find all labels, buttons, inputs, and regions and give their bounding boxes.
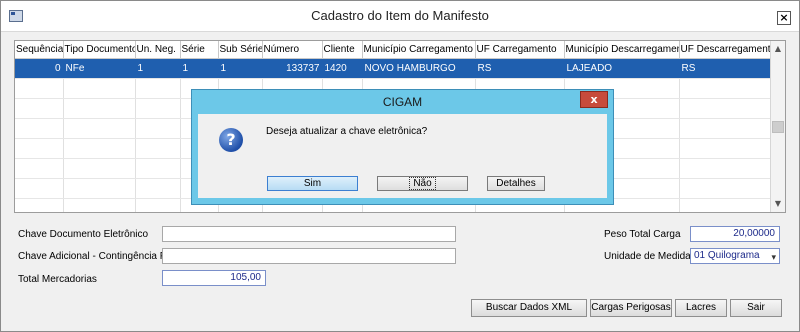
col-header[interactable]: Município Descarregamento [564, 41, 680, 59]
col-header[interactable]: UF Descarregamento [679, 41, 771, 59]
cell-uf-descarreg: RS [679, 58, 771, 79]
cell-cliente: 1420 [322, 58, 363, 79]
scroll-down-icon[interactable]: ▼ [771, 197, 785, 211]
buscar-dados-xml-button[interactable]: Buscar Dados XML [471, 299, 587, 317]
unidade-medida-label: Unidade de Medida [604, 251, 691, 262]
cell-serie: 1 [180, 58, 219, 79]
grid-header: Sequência Tipo Documento Un. Neg. Série … [15, 41, 771, 59]
dialog-body: ? Deseja atualizar a chave eletrônica? S… [198, 114, 607, 198]
chave-documento-field[interactable] [162, 226, 456, 242]
col-header[interactable]: Un. Neg. [135, 41, 181, 59]
col-header[interactable]: Tipo Documento [63, 41, 136, 59]
cell-numero: 133737 [262, 58, 323, 79]
title-bar: Cadastro do Item do Manifesto × [1, 1, 799, 32]
scroll-thumb[interactable] [772, 121, 784, 133]
peso-total-field[interactable]: 20,00000 [690, 226, 780, 242]
cargas-perigosas-button[interactable]: Cargas Perigosas [590, 299, 672, 317]
cell-sequencia: 0 [15, 58, 64, 79]
col-header[interactable]: Sequência [15, 41, 64, 59]
col-header[interactable]: Série [180, 41, 219, 59]
unidade-medida-value: 01 Quilograma [694, 250, 760, 261]
col-header[interactable]: Sub Série [218, 41, 263, 59]
col-header[interactable]: UF Carregamento [475, 41, 565, 59]
scroll-up-icon[interactable]: ▲ [771, 42, 785, 56]
confirm-dialog: CIGAM x ? Deseja atualizar a chave eletr… [191, 89, 614, 205]
total-mercadorias-label: Total Mercadorias [18, 274, 97, 285]
cell-sub-serie: 1 [218, 58, 263, 79]
peso-total-label: Peso Total Carga [604, 229, 681, 240]
col-header[interactable]: Município Carregamento [362, 41, 476, 59]
dialog-title: CIGAM [382, 95, 423, 109]
col-header[interactable]: Cliente [322, 41, 363, 59]
detalhes-button[interactable]: Detalhes [487, 176, 545, 191]
window-title: Cadastro do Item do Manifesto [311, 8, 489, 23]
unidade-medida-select[interactable]: 01 Quilograma ▾ [690, 248, 780, 264]
main-window: Cadastro do Item do Manifesto × Sequênci… [0, 0, 800, 332]
sim-button[interactable]: Sim [267, 176, 358, 191]
sair-button[interactable]: Sair [730, 299, 782, 317]
lacres-button[interactable]: Lacres [675, 299, 727, 317]
close-icon[interactable]: × [777, 11, 791, 25]
cell-mun-carreg: NOVO HAMBURGO [362, 58, 476, 79]
table-row[interactable]: 0 NFe 1 1 1 133737 1420 NOVO HAMBURGO RS… [15, 58, 771, 79]
col-header[interactable]: Número [262, 41, 323, 59]
chave-adicional-label: Chave Adicional - Contingência FS [18, 251, 173, 262]
cell-mun-descarreg: LAJEADO [564, 58, 680, 79]
vertical-scrollbar[interactable]: ▲ ▼ [770, 41, 785, 212]
chevron-down-icon[interactable]: ▾ [771, 250, 776, 264]
cell-un-neg: 1 [135, 58, 181, 79]
chave-adicional-field[interactable] [162, 248, 456, 264]
question-icon: ? [219, 128, 243, 152]
total-mercadorias-field[interactable]: 105,00 [162, 270, 266, 286]
cell-tipo: NFe [63, 58, 136, 79]
cell-uf-carreg: RS [475, 58, 565, 79]
nao-label: Não [409, 177, 436, 190]
dialog-close-icon[interactable]: x [580, 91, 608, 108]
dialog-message: Deseja atualizar a chave eletrônica? [266, 126, 428, 137]
chave-documento-label: Chave Documento Eletrônico [18, 229, 149, 240]
nao-button[interactable]: Não [377, 176, 468, 191]
